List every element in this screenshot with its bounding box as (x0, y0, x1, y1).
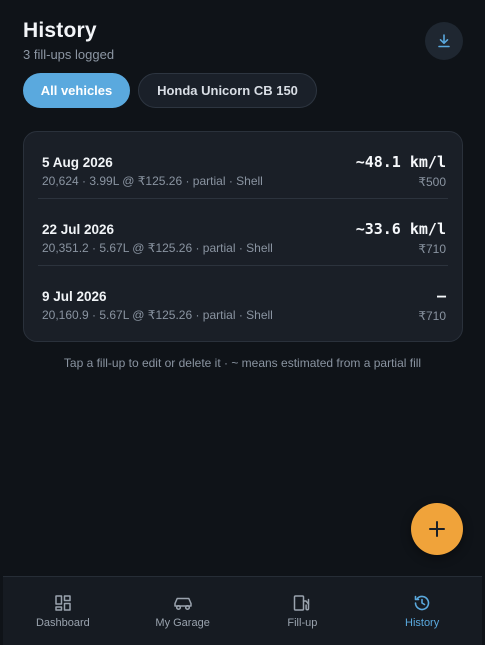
filter-all-vehicles[interactable]: All vehicles (23, 73, 130, 108)
bottom-nav: Dashboard My Garage Fill-up History (3, 576, 482, 645)
dashboard-icon (55, 594, 71, 611)
list-item[interactable]: 5 Aug 2026 20,624 · 3.99L @ ₹125.26 · pa… (38, 132, 448, 199)
download-icon (438, 34, 450, 48)
fillup-cost: ₹710 (418, 309, 446, 323)
fuel-pump-icon (294, 594, 310, 611)
fillup-detail: 20,160.9 · 5.67L @ ₹125.26 · partial · S… (42, 308, 273, 322)
nav-item-dashboard[interactable]: Dashboard (3, 577, 123, 645)
fillup-efficiency: ~48.1 km/l (355, 153, 446, 171)
nav-label-fillup: Fill-up (287, 616, 318, 629)
fillup-detail: 20,624 · 3.99L @ ₹125.26 · partial · She… (42, 174, 263, 188)
history-icon (414, 595, 430, 610)
fillup-date: 9 Jul 2026 (42, 289, 107, 304)
fillup-efficiency: – (436, 287, 446, 305)
fillup-cost: ₹710 (418, 242, 446, 256)
car-icon (173, 597, 192, 610)
nav-item-fillup[interactable]: Fill-up (243, 577, 363, 645)
help-hint: Tap a fill-up to edit or delete it · ~ m… (63, 356, 422, 370)
add-fillup-button[interactable] (411, 503, 463, 555)
fillup-cost: ₹500 (418, 175, 446, 189)
list-item[interactable]: 22 Jul 2026 20,351.2 · 5.67L @ ₹125.26 ·… (38, 199, 448, 266)
vehicle-filter: All vehicles Honda Unicorn CB 150 (23, 73, 317, 108)
nav-item-history[interactable]: History (362, 577, 482, 645)
list-item[interactable]: 9 Jul 2026 20,160.9 · 5.67L @ ₹125.26 · … (38, 266, 448, 332)
fillup-count: 3 fill-ups logged (23, 47, 115, 62)
page-header: History 3 fill-ups logged (23, 19, 114, 62)
filter-vehicle-honda[interactable]: Honda Unicorn CB 150 (138, 73, 317, 108)
nav-label-history: History (405, 616, 440, 629)
nav-label-dashboard: Dashboard (35, 616, 90, 629)
fillup-date: 5 Aug 2026 (42, 155, 113, 170)
page-title: History (23, 19, 97, 42)
history-list: 5 Aug 2026 20,624 · 3.99L @ ₹125.26 · pa… (23, 131, 463, 342)
plus-icon (429, 521, 445, 537)
nav-item-garage[interactable]: My Garage (123, 577, 243, 645)
fillup-date: 22 Jul 2026 (42, 222, 115, 237)
export-button[interactable] (425, 22, 463, 60)
fillup-detail: 20,351.2 · 5.67L @ ₹125.26 · partial · S… (42, 241, 273, 255)
fillup-efficiency: ~33.6 km/l (355, 220, 446, 238)
nav-label-garage: My Garage (155, 616, 210, 629)
